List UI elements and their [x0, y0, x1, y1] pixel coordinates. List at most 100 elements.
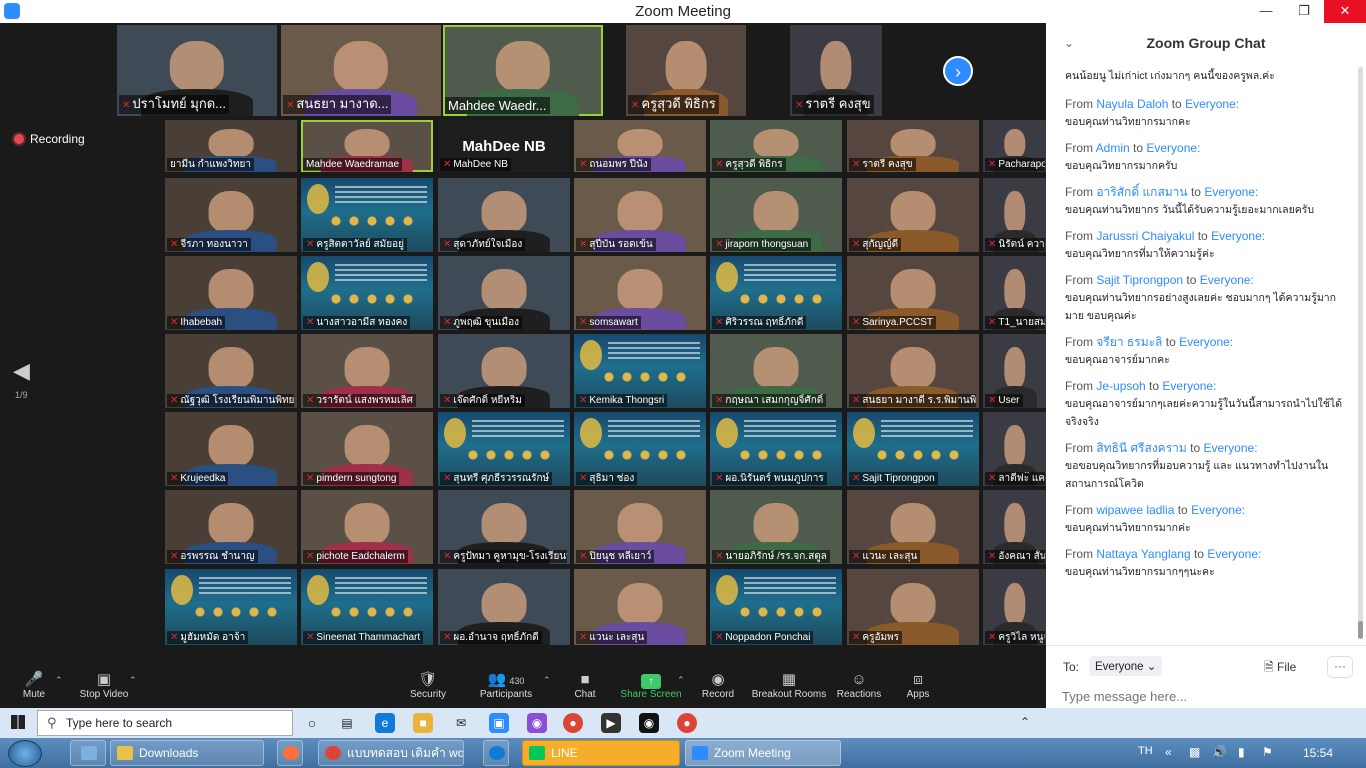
participant-tile[interactable]: ✕ สุนทรี ศุภธีรวรรณรักษ์ [438, 412, 570, 486]
participant-tile[interactable]: ✕ somsawart [574, 256, 706, 330]
taskbar-item-downloads[interactable]: Downloads [110, 740, 264, 766]
participant-tile[interactable]: ✕ ผอ.อำนาจ ฤทธิ์ภักดี [438, 569, 570, 645]
mute-options-caret[interactable]: ⌃ [55, 675, 63, 686]
sender-name[interactable]: wipawee ladlia [1096, 503, 1174, 517]
participant-tile[interactable]: ✕ Noppadon Ponchai [710, 569, 842, 645]
taskbar-clock[interactable]: 15:54 [1303, 746, 1333, 760]
camera-app-icon[interactable]: ◉ [639, 713, 659, 733]
participant-tile[interactable]: ✕ ครูสุวดี พิธิกร [710, 120, 842, 172]
cortana-icon[interactable]: ○ [302, 713, 322, 733]
chat-message-input[interactable] [1062, 685, 1352, 707]
record-button[interactable]: ◉ Record [678, 671, 758, 700]
media-app-icon[interactable]: ▶ [601, 713, 621, 733]
sender-name[interactable]: Nayula Daloh [1096, 97, 1168, 111]
participant-tile[interactable]: ✕ วรารัตน์ แสงพรหมเลิศ [301, 334, 433, 408]
tray-arrow-icon[interactable]: « [1165, 745, 1172, 759]
mute-button[interactable]: 🎤 Mute [0, 671, 74, 700]
flag-icon[interactable]: ⚑ [1262, 745, 1273, 759]
breakout-rooms-button[interactable]: ▦ Breakout Rooms [749, 671, 829, 700]
restore-button[interactable]: ❐ [1285, 0, 1323, 23]
sender-name[interactable]: Sajit Tiprongpon [1096, 273, 1183, 287]
participant-tile[interactable]: ✕ Kemika Thongsri [574, 334, 706, 408]
participant-tile[interactable]: ✕ ภูพฤฒิ ขุนเมือง [438, 256, 570, 330]
edge-taskbar-icon[interactable] [483, 740, 509, 766]
participant-tile[interactable]: ✕ ราตรี คงสุข [790, 25, 882, 116]
participant-tile[interactable]: ✕ ปิยนุช หลีเยาว์ [574, 490, 706, 564]
close-button[interactable]: ✕ [1324, 0, 1366, 23]
network-icon[interactable]: ▩ [1189, 745, 1200, 759]
participant-tile[interactable]: ✕ สนธยา มางาด... [281, 25, 441, 116]
start-orb-icon[interactable] [8, 740, 42, 767]
participant-tile[interactable]: ✕ครูปัทมา คูหามุข-โรงเรียนทา... [438, 490, 570, 564]
participant-tile[interactable]: ✕อังคณา สั้นแก [983, 490, 1046, 564]
task-view-icon[interactable]: ▤ [337, 713, 357, 733]
participant-tile[interactable]: ✕ สุดาภัทย์ใจเมือง [438, 178, 570, 252]
participant-tile[interactable]: ✕ณัฐวุฒิ โรงเรียนพิมานพิทยาส... [165, 334, 297, 408]
participant-tile[interactable]: ✕ สุกัญญ์ดี [847, 178, 979, 252]
sender-name[interactable]: Nattaya Yanglang [1096, 547, 1190, 561]
participant-tile[interactable]: ✕ลาตีฟะ๊ แคนน [983, 412, 1046, 486]
participant-tile[interactable]: ✕ ราตรี คงสุข [847, 120, 979, 172]
participant-tile[interactable]: ✕ Ihabebah [165, 256, 297, 330]
show-desktop-icon[interactable] [70, 740, 106, 766]
participant-tile[interactable]: ✕ ศิริวรรณ ฤทธิ์ภักดี [710, 256, 842, 330]
participant-tile[interactable]: Mahdee Waedr... [443, 25, 603, 116]
participant-tile[interactable]: ✕ ถนอมพร ปีนัง [574, 120, 706, 172]
participant-tile[interactable]: ✕ เจ๊ดศักดิ์ หยีหริม [438, 334, 570, 408]
participant-tile[interactable]: ✕ ครูสิตตาวัลย์ สมัยอยู่ [301, 178, 433, 252]
edge-icon[interactable]: e [375, 713, 395, 733]
sender-name[interactable]: Admin [1096, 141, 1130, 155]
security-button[interactable]: 🛡 Security [388, 671, 468, 700]
participants-button[interactable]: 👥 430 Participants [466, 671, 546, 700]
next-page-button[interactable]: › [943, 56, 973, 86]
file-explorer-icon[interactable]: ■ [413, 713, 433, 733]
tray-chevron-icon[interactable]: ⌃ [1020, 715, 1030, 729]
sender-name[interactable]: Jarussri Chaiyakul [1096, 229, 1194, 243]
participant-tile[interactable]: ✕ แวนะ เละสุน [847, 490, 979, 564]
participant-tile[interactable]: ✕ MahDee NB MahDee NB [438, 120, 570, 172]
participant-tile[interactable]: ✕ User [983, 334, 1046, 408]
sender-name[interactable]: จรียา ธรมะลิ [1096, 335, 1162, 349]
participant-tile[interactable]: ✕Pacharapon [983, 120, 1046, 172]
windows-start-icon[interactable] [11, 715, 25, 729]
participant-tile[interactable]: ✕ อรพรรณ ชำนาญ [165, 490, 297, 564]
apps-button[interactable]: ⧈ Apps [878, 671, 958, 700]
recipient-dropdown[interactable]: Everyone ⌄ [1089, 656, 1163, 676]
sender-name[interactable]: สิทธินี ศรีสงคราม [1096, 441, 1186, 455]
more-options-button[interactable]: ··· [1327, 656, 1353, 678]
participant-tile[interactable]: ✕นิรัตน์ ความโส [983, 178, 1046, 252]
participant-tile[interactable]: ✕ ครูวิไล หนูจ [983, 569, 1046, 645]
participant-tile[interactable]: Mahdee Waedramae [301, 120, 433, 172]
participant-tile[interactable]: ✕สนธยา มางาดี ร.ร.พิมานพิทย... [847, 334, 979, 408]
previous-page-button[interactable]: ◀ [13, 358, 30, 384]
participant-tile[interactable]: ✕T1_นายสมาน [983, 256, 1046, 330]
participant-tile[interactable]: ยามีน กำแพงวิทยา [165, 120, 297, 172]
taskbar-item-zoom[interactable]: Zoom Meeting [685, 740, 841, 766]
participant-tile[interactable]: ✕ ครูสุวดี พิธิกร [626, 25, 746, 116]
chrome-icon[interactable]: ● [563, 713, 583, 733]
file-button[interactable]: 🗎 File [1264, 658, 1296, 679]
participant-tile[interactable]: ✕ มูฮัมหมัด อาจ้า [165, 569, 297, 645]
sender-name[interactable]: Je-upsoh [1096, 379, 1145, 393]
language-indicator[interactable]: TH [1138, 745, 1153, 757]
participant-tile[interactable]: ✕ Sarinya.PCCST [847, 256, 979, 330]
participant-tile[interactable]: ✕ นางสาวอามีส ทองคง [301, 256, 433, 330]
participant-tile[interactable]: ✕ pichote Eadchalerm [301, 490, 433, 564]
participant-tile[interactable]: ✕ Sineenat Thammachart [301, 569, 433, 645]
participant-tile[interactable]: ✕ กฤษณา เสมกกุญจิ์ศักดิ์ [710, 334, 842, 408]
firefox-icon[interactable] [277, 740, 303, 766]
participant-tile[interactable]: ✕ แวนะ เละสุน [574, 569, 706, 645]
minimize-button[interactable]: — [1247, 0, 1285, 23]
chrome-profile-icon[interactable]: ● [677, 713, 697, 733]
mail-icon[interactable]: ✉ [451, 713, 471, 733]
participant-tile[interactable]: ✕ นายอภิรักษ์ /รร.จก.สตูล [710, 490, 842, 564]
participant-tile[interactable]: ✕ jiraporn thongsuan [710, 178, 842, 252]
participant-tile[interactable]: ✕ สุปีบัน รอดเข้น [574, 178, 706, 252]
participant-tile[interactable]: ✕ pimdern sungtong [301, 412, 433, 486]
participant-tile[interactable]: ✕ ครูอัมพร [847, 569, 979, 645]
participant-tile[interactable]: ✕ สุธิมา ช่อง [574, 412, 706, 486]
volume-icon[interactable]: 🔊 [1212, 745, 1227, 759]
participant-tile[interactable]: ✕ Krujeedka [165, 412, 297, 486]
video-options-caret[interactable]: ⌃ [129, 675, 137, 686]
zoom-taskbar-icon[interactable]: ▣ [489, 713, 509, 733]
